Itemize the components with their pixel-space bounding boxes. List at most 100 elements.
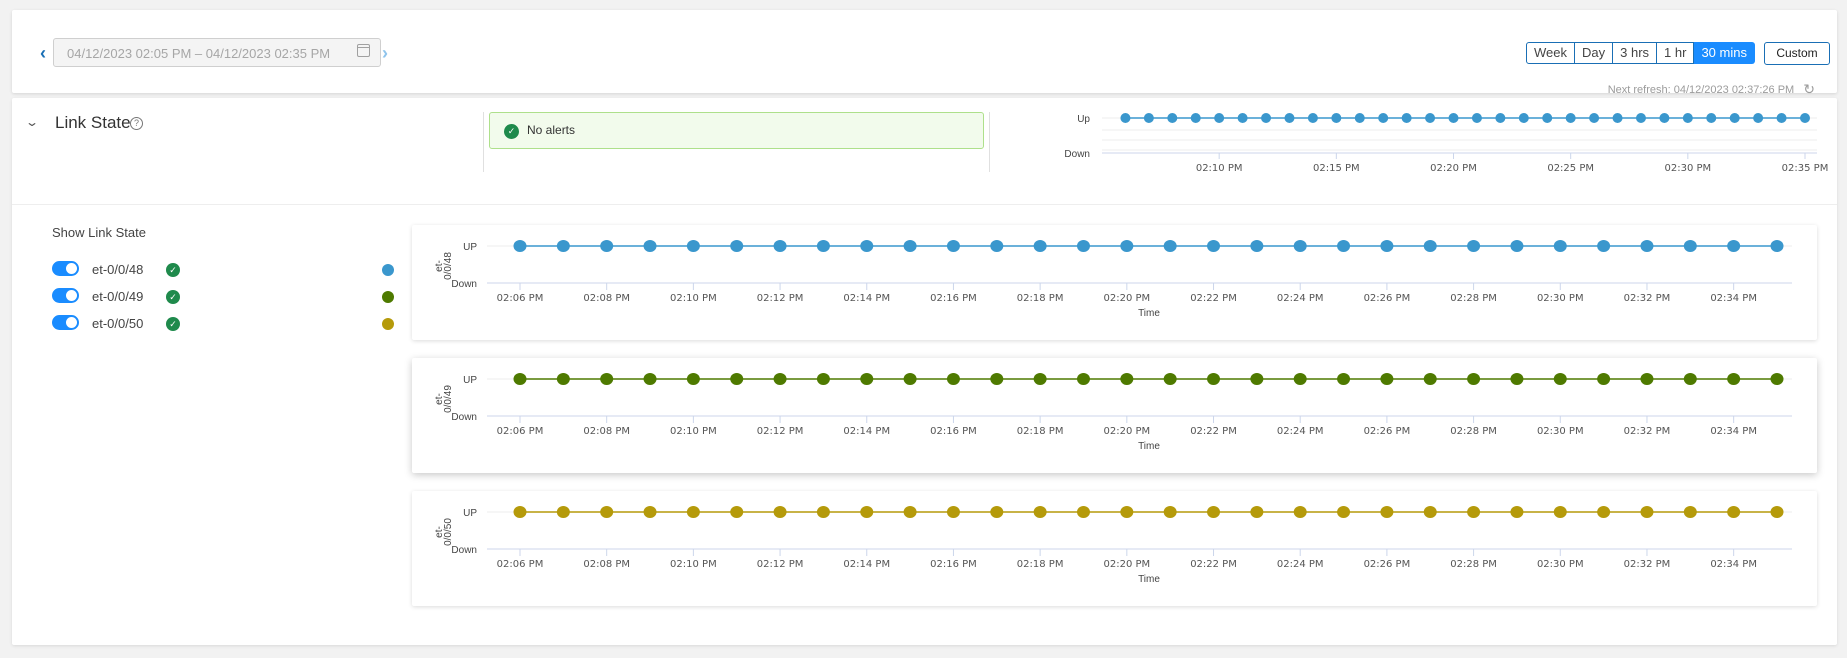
range-30mins-button[interactable]: 30 mins <box>1694 42 1755 64</box>
data-point <box>600 506 614 518</box>
x-tick-label: 02:06 PM <box>497 293 544 304</box>
custom-range-button[interactable]: Custom <box>1764 42 1830 65</box>
data-point <box>1635 113 1646 123</box>
x-tick-label: 02:12 PM <box>757 559 804 570</box>
data-point <box>1120 373 1134 385</box>
y-axis-label: et-0/0/49 <box>434 385 454 413</box>
show-link-state-title: Show Link State <box>52 225 146 240</box>
data-point <box>1163 240 1177 252</box>
data-point <box>1467 373 1481 385</box>
data-point <box>860 506 874 518</box>
link-toggle[interactable] <box>52 261 79 276</box>
data-point <box>1770 240 1784 252</box>
x-tick-label: 02:22 PM <box>1190 426 1237 437</box>
x-tick-label: 02:30 PM <box>1537 559 1584 570</box>
data-point <box>1640 373 1654 385</box>
range-1hr-button[interactable]: 1 hr <box>1657 42 1695 64</box>
data-point <box>1729 113 1740 123</box>
data-point <box>686 240 700 252</box>
x-tick-label: 02:20 PM <box>1103 293 1150 304</box>
data-point <box>1727 506 1741 518</box>
refresh-icon[interactable]: ↻ <box>1803 81 1815 98</box>
data-point <box>1423 240 1437 252</box>
data-point <box>556 373 570 385</box>
data-point <box>1423 373 1437 385</box>
data-point <box>1237 113 1248 123</box>
data-point <box>1565 113 1576 123</box>
data-point <box>946 373 960 385</box>
x-tick-label: 02:10 PM <box>670 293 717 304</box>
data-point <box>1683 373 1697 385</box>
x-tick-label: 02:25 PM <box>1547 163 1594 174</box>
range-week-button[interactable]: Week <box>1526 42 1575 64</box>
data-point <box>513 506 527 518</box>
y-tick-label: UP <box>463 508 477 519</box>
y-tick-label: Down <box>1064 149 1090 160</box>
data-point <box>1076 240 1090 252</box>
data-point <box>686 373 700 385</box>
x-tick-label: 02:14 PM <box>843 426 890 437</box>
calendar-icon[interactable] <box>357 44 370 57</box>
data-point <box>1682 113 1693 123</box>
data-point <box>730 373 744 385</box>
data-point <box>1293 240 1307 252</box>
data-point <box>903 506 917 518</box>
data-point <box>1518 113 1529 123</box>
range-day-button[interactable]: Day <box>1575 42 1614 64</box>
x-tick-label: 02:28 PM <box>1450 426 1497 437</box>
data-point <box>860 373 874 385</box>
link-chart-et-0-0-48: UP Down et-0/0/48 02:06 PM 02:08 PM 02:10 PM 0… <box>412 225 1817 340</box>
x-tick-label: 02:22 PM <box>1190 293 1237 304</box>
next-range-button[interactable]: › <box>382 43 388 64</box>
link-chart-et-0-0-50: UP Down et-0/0/50 02:06 PM 02:08 PM 02:10 PM 0… <box>412 491 1817 606</box>
data-point <box>1425 113 1436 123</box>
x-tick-label: 02:18 PM <box>1017 293 1064 304</box>
range-3hrs-button[interactable]: 3 hrs <box>1613 42 1658 64</box>
data-point <box>1683 506 1697 518</box>
data-point <box>1542 113 1553 123</box>
x-tick-label: 02:18 PM <box>1017 426 1064 437</box>
date-range-input[interactable]: 04/12/2023 02:05 PM – 04/12/2023 02:35 P… <box>53 38 381 67</box>
data-point <box>1354 113 1365 123</box>
x-tick-label: 02:14 PM <box>843 293 890 304</box>
data-point <box>556 240 570 252</box>
link-name: et-0/0/50 <box>92 316 144 331</box>
y-axis-label: et-0/0/48 <box>434 252 454 280</box>
link-toggle[interactable] <box>52 288 79 303</box>
divider <box>483 112 484 172</box>
data-point <box>1683 240 1697 252</box>
collapse-chevron-icon[interactable]: ⌄ <box>25 115 39 129</box>
legend-dot <box>382 318 394 330</box>
data-point <box>946 240 960 252</box>
link-name: et-0/0/48 <box>92 262 144 277</box>
data-point <box>903 373 917 385</box>
data-point <box>1337 373 1351 385</box>
link-toggle[interactable] <box>52 315 79 330</box>
previous-range-button[interactable]: ‹ <box>40 43 46 64</box>
overview-chart-svg: Up Down 02:10 PM 02:15 PM 02:20 PM 02:25 PM 02… <box>1064 113 1828 174</box>
data-point <box>1640 506 1654 518</box>
x-tick-label: 02:06 PM <box>497 559 544 570</box>
data-point <box>1706 113 1717 123</box>
data-point <box>730 240 744 252</box>
x-tick-label: 02:16 PM <box>930 426 977 437</box>
x-tick-label: 02:10 PM <box>1196 163 1243 174</box>
x-tick-label: 02:32 PM <box>1624 293 1671 304</box>
data-point <box>773 373 787 385</box>
help-icon[interactable]: ? <box>130 117 143 130</box>
x-tick-label: 02:06 PM <box>497 426 544 437</box>
data-point <box>1307 113 1318 123</box>
data-point <box>1261 113 1272 123</box>
data-point <box>1510 373 1524 385</box>
divider <box>12 204 1837 205</box>
x-axis-title: Time <box>1138 441 1160 452</box>
data-point <box>1207 373 1221 385</box>
x-tick-label: 02:28 PM <box>1450 559 1497 570</box>
data-point <box>990 240 1004 252</box>
data-point <box>1284 113 1295 123</box>
data-point <box>600 373 614 385</box>
check-circle-icon: ✓ <box>504 124 519 139</box>
data-point <box>1076 506 1090 518</box>
x-tick-label: 02:26 PM <box>1364 559 1411 570</box>
data-point <box>773 240 787 252</box>
